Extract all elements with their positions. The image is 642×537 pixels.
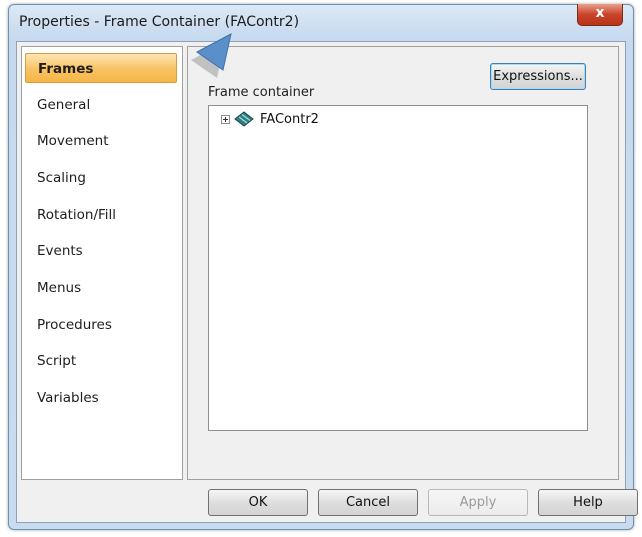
frame-container-tree[interactable]: FAContr2 — [208, 105, 588, 431]
dialog-button-bar: OK Cancel Apply Help — [17, 483, 638, 522]
nav-item-variables[interactable]: Variables — [25, 383, 177, 413]
help-button[interactable]: Help — [538, 489, 638, 516]
tree-node-label: FAContr2 — [260, 111, 319, 127]
title-bar[interactable]: Properties - Frame Container (FAContr2) … — [9, 4, 633, 39]
dialog-client-area: Frames General Movement Scaling Rotation… — [16, 41, 638, 523]
nav-item-menus[interactable]: Menus — [25, 273, 177, 303]
nav-item-movement[interactable]: Movement — [25, 126, 177, 156]
frame-container-label: Frame container — [208, 85, 315, 100]
close-icon: x — [595, 5, 605, 21]
category-list: Frames General Movement Scaling Rotation… — [21, 46, 183, 480]
nav-item-script[interactable]: Script — [25, 346, 177, 376]
ok-button[interactable]: OK — [208, 489, 308, 516]
nav-item-rotation-fill[interactable]: Rotation/Fill — [25, 200, 177, 230]
nav-item-frames[interactable]: Frames — [25, 53, 177, 83]
nav-item-general[interactable]: General — [25, 90, 177, 120]
frames-panel: Expressions... Frame container FAContr2 — [187, 46, 619, 480]
expand-plus-icon[interactable] — [221, 114, 230, 124]
nav-item-scaling[interactable]: Scaling — [25, 163, 177, 193]
properties-dialog: Properties - Frame Container (FAContr2) … — [8, 4, 638, 530]
window-title: Properties - Frame Container (FAContr2) — [19, 14, 300, 30]
nav-item-events[interactable]: Events — [25, 236, 177, 266]
cancel-button[interactable]: Cancel — [318, 489, 418, 516]
frame-container-icon — [234, 111, 254, 127]
expressions-button[interactable]: Expressions... — [490, 63, 586, 90]
tree-node-root[interactable]: FAContr2 — [221, 110, 319, 128]
nav-item-procedures[interactable]: Procedures — [25, 310, 177, 340]
apply-button[interactable]: Apply — [428, 489, 528, 516]
close-button[interactable]: x — [577, 4, 623, 26]
